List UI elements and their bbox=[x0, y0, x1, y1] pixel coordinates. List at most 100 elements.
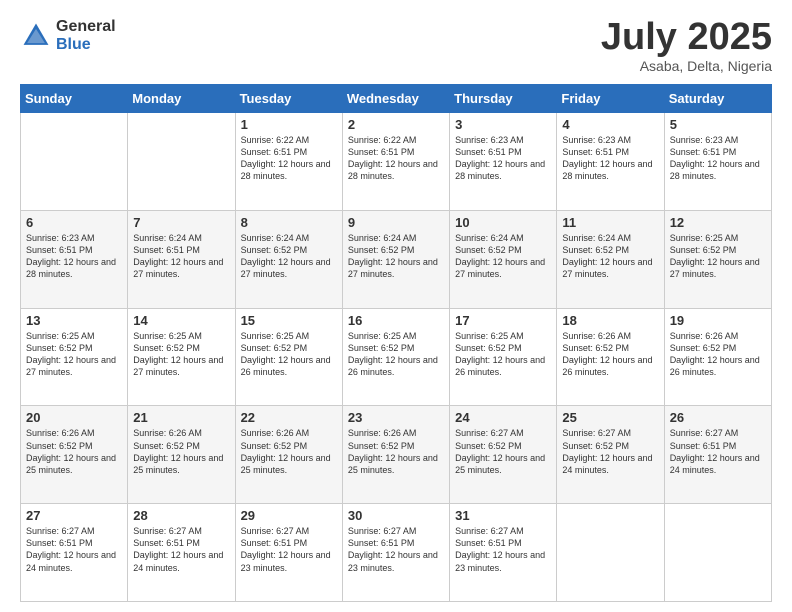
day-number: 15 bbox=[241, 313, 337, 328]
calendar-cell: 28Sunrise: 6:27 AMSunset: 6:51 PMDayligh… bbox=[128, 504, 235, 602]
day-number: 5 bbox=[670, 117, 766, 132]
calendar-cell: 29 Sunrise: 6:27 AMSunset: 6:51 PMDayligh… bbox=[235, 504, 342, 602]
cell-info: Sunrise: 6:27 AMSunset: 6:51 PMDaylight:… bbox=[133, 526, 223, 572]
cell-info: Sunrise: 6:25 AMSunset: 6:52 PMDaylight:… bbox=[133, 331, 223, 377]
cell-info: Sunrise: 6:27 AMSunset: 6:51 PMDaylight:… bbox=[670, 428, 760, 474]
calendar-cell: 17 Sunrise: 6:25 AMSunset: 6:52 PMDayligh… bbox=[450, 308, 557, 406]
logo-blue: Blue bbox=[56, 36, 116, 54]
calendar-week-2: 6 Sunrise: 6:23 AMSunset: 6:51 PMDaylight… bbox=[21, 210, 772, 308]
cell-info: Sunrise: 6:23 AMSunset: 6:51 PMDaylight:… bbox=[26, 233, 116, 279]
calendar-cell: 4Sunrise: 6:23 AMSunset: 6:51 PMDaylight… bbox=[557, 113, 664, 211]
cell-info: Sunrise: 6:26 AMSunset: 6:52 PMDaylight:… bbox=[26, 428, 116, 474]
cell-info: Sunrise: 6:27 AMSunset: 6:51 PMDaylight:… bbox=[455, 526, 545, 572]
cell-info: Sunrise: 6:22 AMSunset: 6:51 PMDaylight:… bbox=[241, 135, 331, 181]
page: General Blue July 2025 Asaba, Delta, Nig… bbox=[0, 0, 792, 612]
col-header-tuesday: Tuesday bbox=[235, 85, 342, 113]
day-number: 14 bbox=[133, 313, 229, 328]
logo-text: General Blue bbox=[56, 18, 116, 53]
day-number: 19 bbox=[670, 313, 766, 328]
logo: General Blue bbox=[20, 18, 116, 53]
month-title: July 2025 bbox=[601, 18, 772, 56]
day-number: 7 bbox=[133, 215, 229, 230]
day-number: 22 bbox=[241, 410, 337, 425]
location-subtitle: Asaba, Delta, Nigeria bbox=[601, 58, 772, 74]
calendar-cell: 6 Sunrise: 6:23 AMSunset: 6:51 PMDaylight… bbox=[21, 210, 128, 308]
logo-icon bbox=[20, 20, 52, 52]
day-number: 24 bbox=[455, 410, 551, 425]
calendar-cell bbox=[21, 113, 128, 211]
calendar-cell: 8 Sunrise: 6:24 AMSunset: 6:52 PMDaylight… bbox=[235, 210, 342, 308]
col-header-sunday: Sunday bbox=[21, 85, 128, 113]
cell-info: Sunrise: 6:24 AMSunset: 6:52 PMDaylight:… bbox=[241, 233, 331, 279]
day-number: 18 bbox=[562, 313, 658, 328]
cell-info: Sunrise: 6:26 AMSunset: 6:52 PMDaylight:… bbox=[348, 428, 438, 474]
calendar-cell: 15 Sunrise: 6:25 AMSunset: 6:52 PMDayligh… bbox=[235, 308, 342, 406]
cell-info: Sunrise: 6:27 AMSunset: 6:51 PMDaylight:… bbox=[348, 526, 438, 572]
day-number: 31 bbox=[455, 508, 551, 523]
calendar-cell: 21 Sunrise: 6:26 AMSunset: 6:52 PMDayligh… bbox=[128, 406, 235, 504]
day-number: 21 bbox=[133, 410, 229, 425]
calendar-cell bbox=[557, 504, 664, 602]
day-number: 3 bbox=[455, 117, 551, 132]
day-number: 27 bbox=[26, 508, 122, 523]
calendar-cell: 5Sunrise: 6:23 AMSunset: 6:51 PMDaylight… bbox=[664, 113, 771, 211]
header: General Blue July 2025 Asaba, Delta, Nig… bbox=[20, 18, 772, 74]
day-number: 13 bbox=[26, 313, 122, 328]
col-header-wednesday: Wednesday bbox=[342, 85, 449, 113]
cell-info: Sunrise: 6:24 AMSunset: 6:52 PMDaylight:… bbox=[455, 233, 545, 279]
day-number: 10 bbox=[455, 215, 551, 230]
calendar-cell: 30Sunrise: 6:27 AMSunset: 6:51 PMDayligh… bbox=[342, 504, 449, 602]
calendar-cell: 19 Sunrise: 6:26 AMSunset: 6:52 PMDayligh… bbox=[664, 308, 771, 406]
calendar-cell: 22 Sunrise: 6:26 AMSunset: 6:52 PMDayligh… bbox=[235, 406, 342, 504]
calendar-cell: 9Sunrise: 6:24 AMSunset: 6:52 PMDaylight… bbox=[342, 210, 449, 308]
day-number: 17 bbox=[455, 313, 551, 328]
calendar-cell: 24 Sunrise: 6:27 AMSunset: 6:52 PMDayligh… bbox=[450, 406, 557, 504]
calendar-cell: 27 Sunrise: 6:27 AMSunset: 6:51 PMDayligh… bbox=[21, 504, 128, 602]
calendar-cell: 12Sunrise: 6:25 AMSunset: 6:52 PMDayligh… bbox=[664, 210, 771, 308]
cell-info: Sunrise: 6:26 AMSunset: 6:52 PMDaylight:… bbox=[241, 428, 331, 474]
day-number: 8 bbox=[241, 215, 337, 230]
calendar-cell: 16 Sunrise: 6:25 AMSunset: 6:52 PMDayligh… bbox=[342, 308, 449, 406]
cell-info: Sunrise: 6:27 AMSunset: 6:52 PMDaylight:… bbox=[562, 428, 652, 474]
calendar-cell: 23Sunrise: 6:26 AMSunset: 6:52 PMDayligh… bbox=[342, 406, 449, 504]
cell-info: Sunrise: 6:23 AMSunset: 6:51 PMDaylight:… bbox=[562, 135, 652, 181]
calendar-cell: 25 Sunrise: 6:27 AMSunset: 6:52 PMDayligh… bbox=[557, 406, 664, 504]
calendar-week-4: 20 Sunrise: 6:26 AMSunset: 6:52 PMDayligh… bbox=[21, 406, 772, 504]
col-header-monday: Monday bbox=[128, 85, 235, 113]
cell-info: Sunrise: 6:27 AMSunset: 6:52 PMDaylight:… bbox=[455, 428, 545, 474]
calendar-cell bbox=[664, 504, 771, 602]
day-number: 11 bbox=[562, 215, 658, 230]
cell-info: Sunrise: 6:24 AMSunset: 6:51 PMDaylight:… bbox=[133, 233, 223, 279]
calendar-cell: 2Sunrise: 6:22 AMSunset: 6:51 PMDaylight… bbox=[342, 113, 449, 211]
calendar-cell: 11Sunrise: 6:24 AMSunset: 6:52 PMDayligh… bbox=[557, 210, 664, 308]
cell-info: Sunrise: 6:23 AMSunset: 6:51 PMDaylight:… bbox=[455, 135, 545, 181]
day-number: 16 bbox=[348, 313, 444, 328]
calendar-cell: 13Sunrise: 6:25 AMSunset: 6:52 PMDayligh… bbox=[21, 308, 128, 406]
calendar-cell: 7 Sunrise: 6:24 AMSunset: 6:51 PMDaylight… bbox=[128, 210, 235, 308]
day-number: 1 bbox=[241, 117, 337, 132]
day-number: 6 bbox=[26, 215, 122, 230]
cell-info: Sunrise: 6:26 AMSunset: 6:52 PMDaylight:… bbox=[133, 428, 223, 474]
calendar-cell: 31 Sunrise: 6:27 AMSunset: 6:51 PMDayligh… bbox=[450, 504, 557, 602]
cell-info: Sunrise: 6:22 AMSunset: 6:51 PMDaylight:… bbox=[348, 135, 438, 181]
cell-info: Sunrise: 6:25 AMSunset: 6:52 PMDaylight:… bbox=[455, 331, 545, 377]
cell-info: Sunrise: 6:26 AMSunset: 6:52 PMDaylight:… bbox=[562, 331, 652, 377]
logo-general: General bbox=[56, 18, 116, 36]
cell-info: Sunrise: 6:26 AMSunset: 6:52 PMDaylight:… bbox=[670, 331, 760, 377]
calendar-header-row: SundayMondayTuesdayWednesdayThursdayFrid… bbox=[21, 85, 772, 113]
day-number: 25 bbox=[562, 410, 658, 425]
calendar-cell: 14 Sunrise: 6:25 AMSunset: 6:52 PMDayligh… bbox=[128, 308, 235, 406]
calendar-week-3: 13 Sunrise: 6:25 AMSunset: 6:52 PMDayligh… bbox=[21, 308, 772, 406]
cell-info: Sunrise: 6:25 AMSunset: 6:52 PMDaylight:… bbox=[241, 331, 331, 377]
calendar-cell: 20 Sunrise: 6:26 AMSunset: 6:52 PMDayligh… bbox=[21, 406, 128, 504]
day-number: 29 bbox=[241, 508, 337, 523]
cell-info: Sunrise: 6:24 AMSunset: 6:52 PMDaylight:… bbox=[348, 233, 438, 279]
col-header-thursday: Thursday bbox=[450, 85, 557, 113]
day-number: 26 bbox=[670, 410, 766, 425]
calendar-cell: 26 Sunrise: 6:27 AMSunset: 6:51 PMDayligh… bbox=[664, 406, 771, 504]
calendar-week-1: 1 Sunrise: 6:22 AMSunset: 6:51 PMDaylight… bbox=[21, 113, 772, 211]
cell-info: Sunrise: 6:27 AMSunset: 6:51 PMDaylight:… bbox=[26, 526, 116, 572]
day-number: 20 bbox=[26, 410, 122, 425]
cell-info: Sunrise: 6:27 AMSunset: 6:51 PMDaylight:… bbox=[241, 526, 331, 572]
cell-info: Sunrise: 6:25 AMSunset: 6:52 PMDaylight:… bbox=[348, 331, 438, 377]
